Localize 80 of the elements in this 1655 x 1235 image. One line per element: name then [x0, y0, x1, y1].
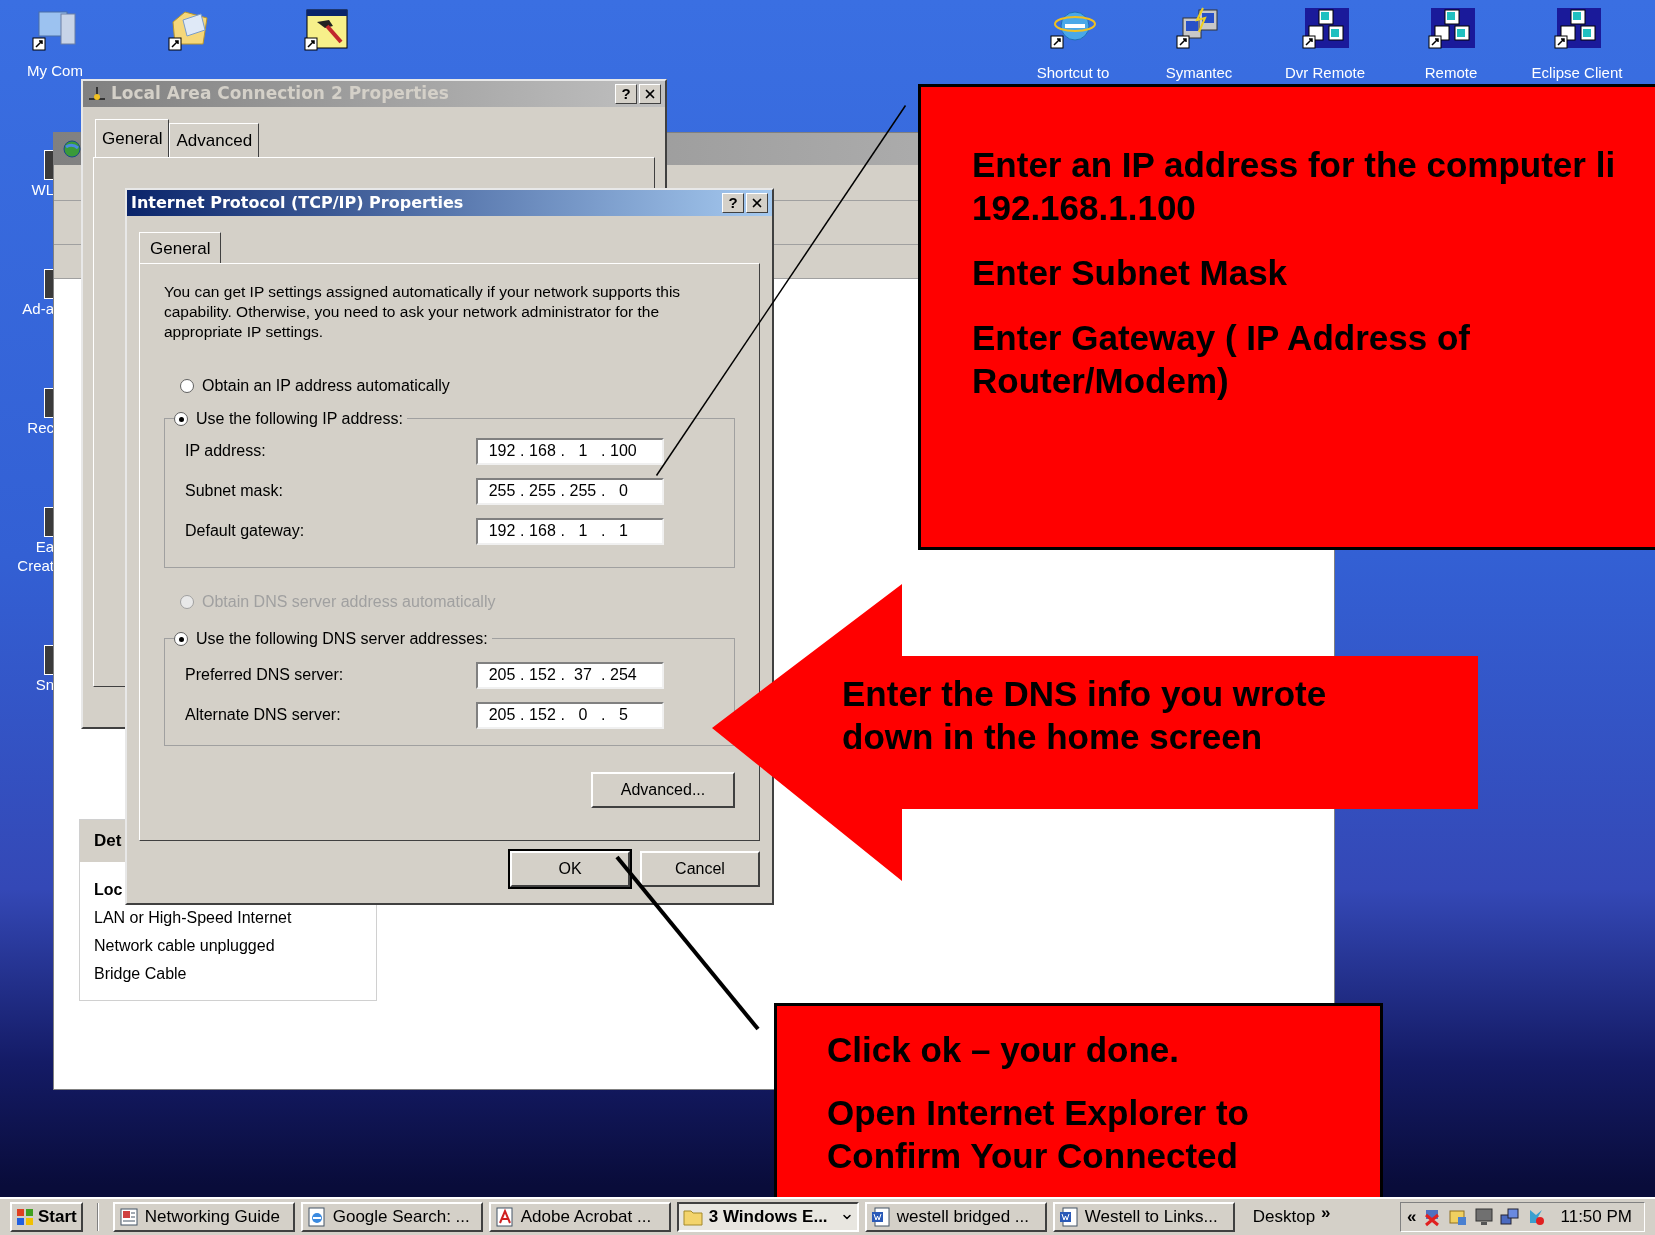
word-document-icon — [1058, 1207, 1079, 1227]
radio-button[interactable] — [180, 379, 194, 393]
computer-icon[interactable] — [31, 8, 79, 52]
field-label: IP address: — [184, 441, 266, 461]
start-button[interactable]: Start — [10, 1202, 83, 1232]
globe-icon — [62, 139, 82, 159]
advanced-button[interactable]: Advanced... — [591, 772, 735, 808]
word-document-icon — [870, 1207, 891, 1227]
callout-text: Enter the DNS info you wrote down in the home screen — [842, 673, 1327, 758]
intro-text: You can get IP settings assigned automatically if your network supports this capability. Otherwise, you need to ask your network administrator for the appropriate IP settings. — [164, 282, 682, 342]
ip-address-field[interactable]: 192 . 168 . 1 . 100 — [476, 437, 664, 465]
window-title: Internet Protocol (TCP/IP) Properties — [131, 192, 464, 214]
radio-button[interactable] — [174, 632, 188, 646]
close-button[interactable] — [639, 84, 661, 104]
network-connection-icon — [87, 85, 107, 103]
icon-label: Symantec — [1165, 63, 1233, 83]
field-label: Alternate DNS server: — [184, 705, 341, 725]
close-icon — [643, 87, 657, 101]
taskbar-button[interactable]: Networking Guide — [112, 1202, 295, 1232]
cubes-icon[interactable] — [1301, 6, 1349, 50]
dialog-button[interactable]: Cancel — [640, 851, 760, 887]
icon-label: Rec — [27, 418, 54, 437]
detail-text: Network cable unplugged — [94, 936, 276, 956]
help-button[interactable]: ? — [722, 193, 744, 213]
icon-label: My Com — [27, 61, 83, 81]
toolbar-label: Desktop — [1252, 1206, 1316, 1229]
ip-address-field[interactable]: 205 . 152 . 0 . 5 — [476, 701, 664, 729]
ip-address-field[interactable]: 205 . 152 . 37 . 254 — [476, 661, 664, 689]
tray-app-icon[interactable] — [1448, 1207, 1469, 1227]
close-icon — [750, 196, 764, 210]
field-label: Subnet mask: — [184, 481, 283, 501]
windows-logo-icon — [16, 1208, 34, 1226]
callout-text: Enter an IP address for the computer li 192.168.1.100 — [972, 144, 1617, 229]
taskbar-button[interactable]: westell bridged ... — [864, 1202, 1047, 1232]
monitor-icon[interactable] — [1474, 1207, 1495, 1227]
taskbar-button[interactable]: Adobe Acrobat ... — [488, 1202, 671, 1232]
icon-label: Ea Creat — [17, 537, 54, 575]
icon-label: Eclipse Client — [1531, 63, 1623, 83]
ip-address-field[interactable]: 255 . 255 . 255 . 0 — [476, 477, 664, 505]
folder-icon — [682, 1208, 703, 1226]
tab[interactable]: General — [95, 119, 170, 157]
more-button[interactable]: » — [1321, 1200, 1331, 1226]
taskbar-button[interactable]: 3 Windows E... — [676, 1202, 859, 1232]
taskbar-button[interactable]: Westell to Links... — [1052, 1202, 1235, 1232]
pdf-document-icon — [494, 1207, 515, 1227]
radio-label: Use the following IP address: — [196, 409, 403, 429]
icon-label: Remote — [1424, 63, 1478, 83]
callout-text: Click ok – your done. — [827, 1029, 1181, 1071]
browser-e-icon — [306, 1207, 327, 1227]
hammer-window-icon[interactable] — [303, 8, 351, 52]
ip-address-field[interactable]: 192 . 168 . 1 . 1 — [476, 517, 664, 545]
tab[interactable]: General — [139, 232, 222, 264]
panel-header: Det — [94, 830, 122, 853]
field-label: Default gateway: — [184, 521, 305, 541]
help-button[interactable]: ? — [615, 84, 637, 104]
document-icon — [118, 1207, 139, 1227]
icon-label: Sn — [35, 675, 54, 694]
field-label: Preferred DNS server: — [184, 665, 344, 685]
radio-button[interactable] — [174, 412, 188, 426]
tab[interactable]: Advanced — [169, 123, 260, 157]
callout-text: Enter Subnet Mask — [972, 252, 1289, 294]
callout-text: Open Internet Explorer to Confirm Your Connected — [827, 1092, 1250, 1177]
icon-label: Dvr Remote — [1285, 63, 1365, 83]
cubes-icon[interactable] — [1553, 6, 1601, 50]
expand-tray-button[interactable]: « — [1407, 1204, 1417, 1230]
icon-label: Ad-a — [22, 299, 54, 318]
icon-label: WL — [31, 180, 54, 199]
cubes-icon[interactable] — [1427, 6, 1475, 50]
callout-text: Enter Gateway ( IP Address of Router/Modem) — [972, 317, 1471, 402]
close-button[interactable] — [746, 193, 768, 213]
detail-text: Bridge Cable — [94, 964, 188, 984]
connection-name: Loc — [94, 880, 124, 900]
detail-text: LAN or High-Speed Internet — [94, 908, 293, 928]
icon-label: Shortcut to — [1036, 63, 1110, 83]
radio-label: Obtain an IP address automatically — [202, 376, 450, 396]
radio-label: Use the following DNS server addresses: — [196, 629, 488, 649]
network-computers-icon[interactable] — [1500, 1207, 1521, 1227]
clock: 11:50 PM — [1560, 1206, 1632, 1229]
dialog-button[interactable]: OK — [510, 851, 630, 887]
taskbar-button[interactable]: Google Search: ... — [300, 1202, 483, 1232]
